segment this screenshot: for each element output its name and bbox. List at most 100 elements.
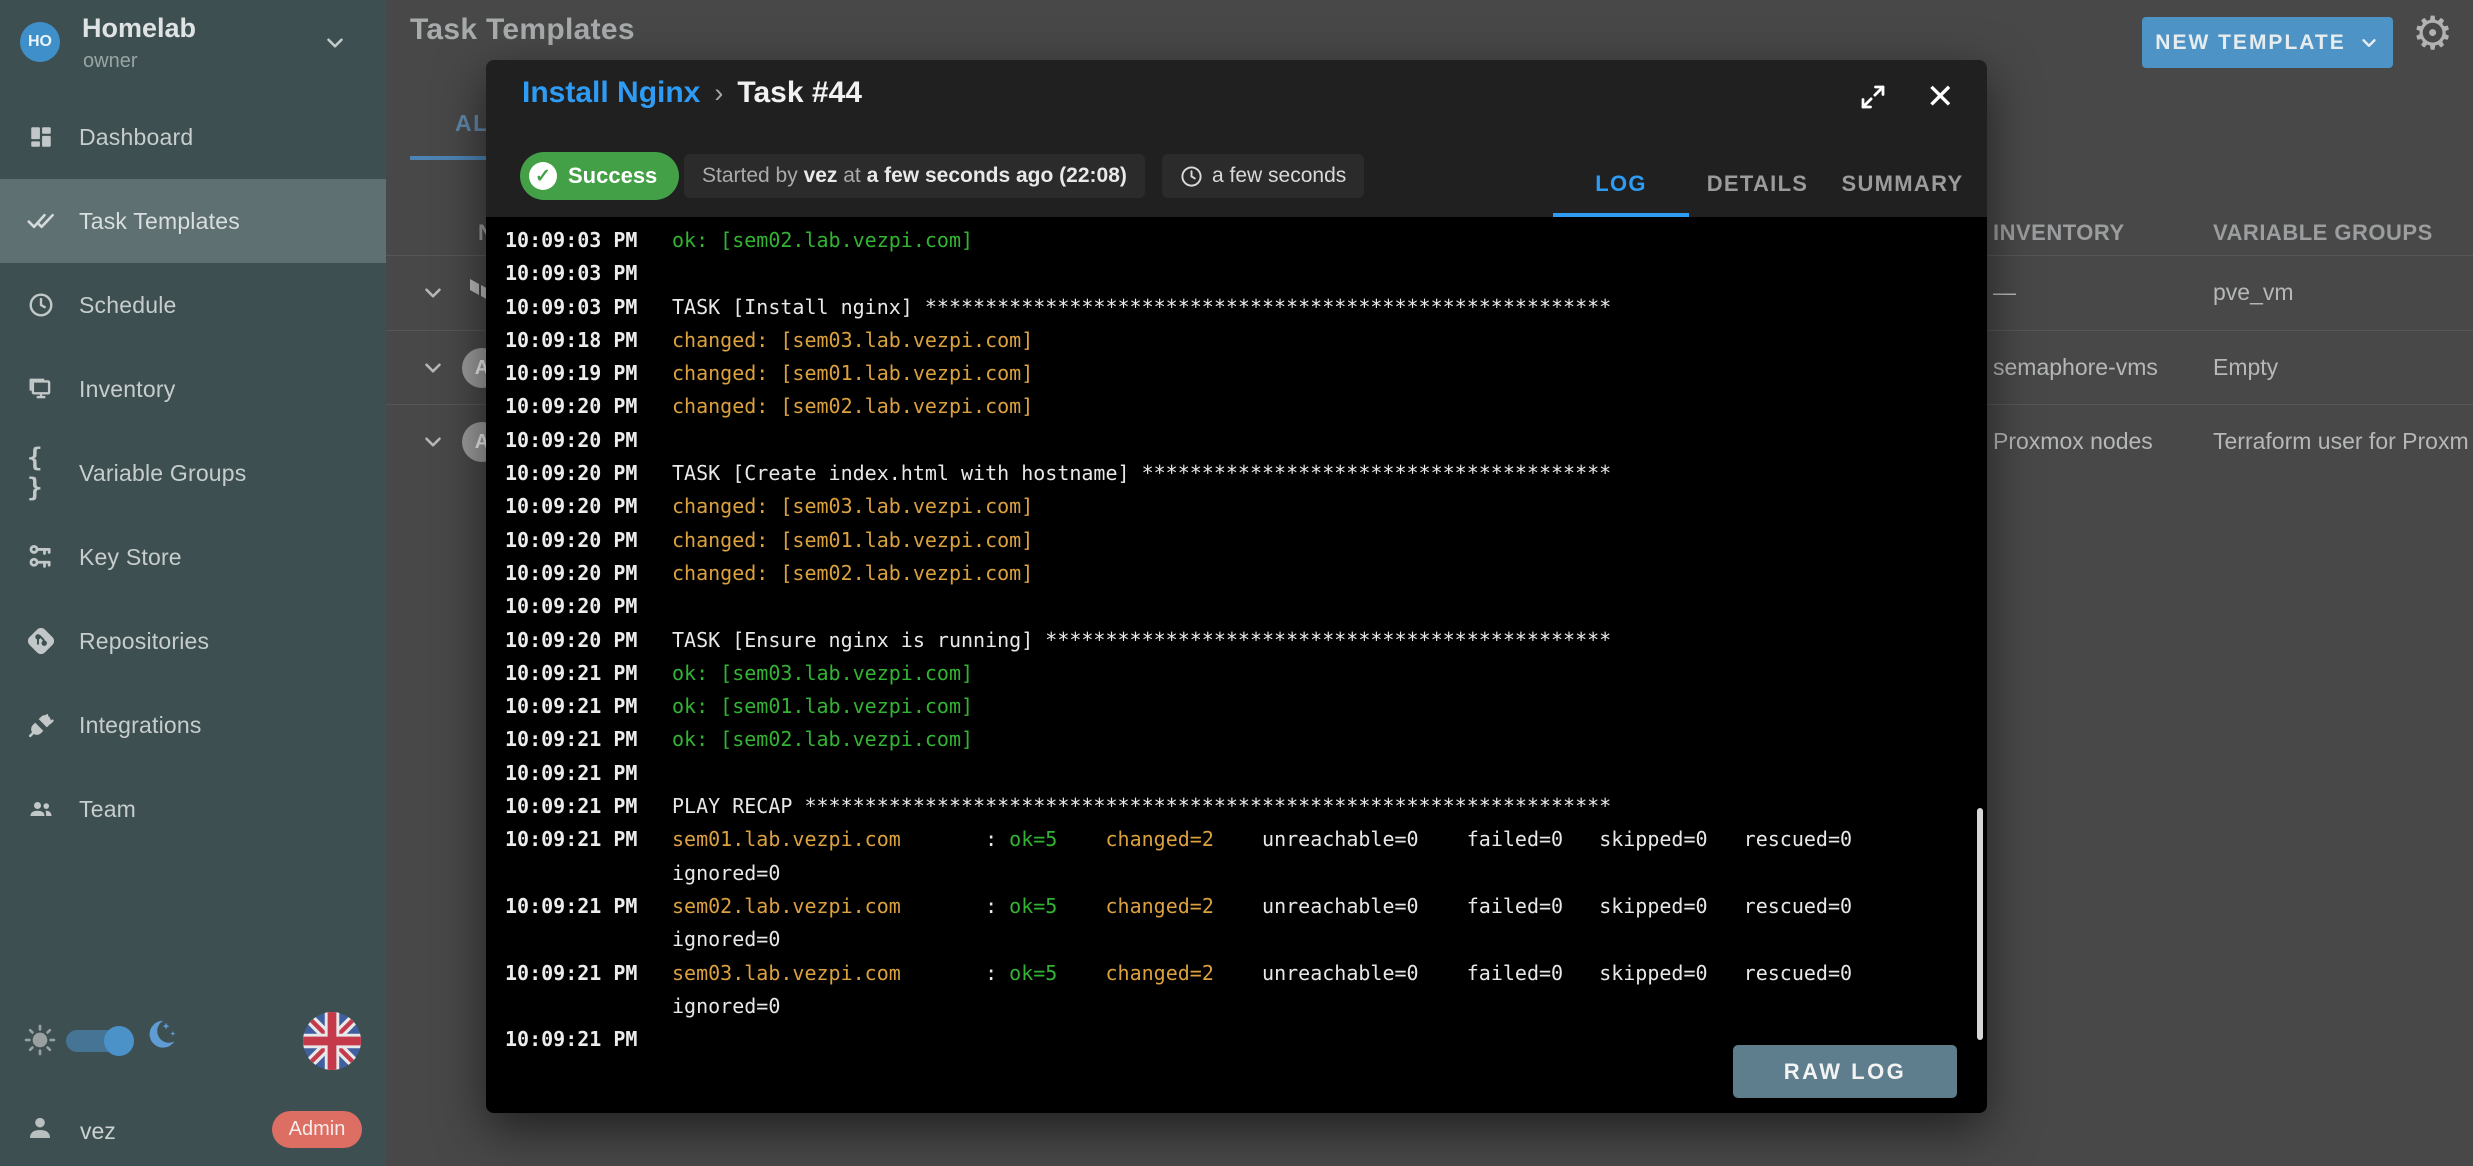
- person-icon: [24, 1112, 56, 1144]
- cell-inventory: Proxmox nodes: [1993, 428, 2153, 455]
- raw-log-button[interactable]: RAW LOG: [1733, 1045, 1957, 1098]
- log-scrollbar-thumb[interactable]: [1977, 808, 1983, 1040]
- sidebar: HO Homelab owner Dashboard Task Template…: [0, 0, 386, 1166]
- log-line: 10:09:21 PMsem02.lab.vezpi.com : ok=5 ch…: [505, 890, 1987, 923]
- log-line: 10:09:20 PMchanged: [sem03.lab.vezpi.com…: [505, 490, 1987, 523]
- chevron-down-icon[interactable]: [420, 280, 446, 306]
- sidebar-item-key-store[interactable]: Key Store: [0, 515, 386, 599]
- log-line: 10:09:03 PM: [505, 257, 1987, 290]
- sidebar-item-label: Team: [79, 796, 136, 823]
- template-link[interactable]: Install Nginx: [522, 76, 700, 110]
- sidebar-item-label: Schedule: [79, 292, 177, 319]
- column-header-inventory: INVENTORY: [1993, 220, 2125, 246]
- new-template-button[interactable]: NEW TEMPLATE: [2142, 17, 2393, 68]
- cell-inventory: semaphore-vms: [1993, 354, 2158, 381]
- modal-tabs: LOG DETAILS SUMMARY: [1553, 150, 1979, 217]
- sidebar-item-variable-groups[interactable]: { } Variable Groups: [0, 431, 386, 515]
- braces-icon: { }: [27, 459, 55, 487]
- workspace-name: Homelab: [82, 13, 196, 44]
- sidebar-item-schedule[interactable]: Schedule: [0, 263, 386, 347]
- done-all-icon: [27, 207, 55, 235]
- sidebar-item-integrations[interactable]: Integrations: [0, 683, 386, 767]
- sidebar-item-label: Key Store: [79, 544, 182, 571]
- workspace-role: owner: [83, 50, 137, 73]
- tab-details[interactable]: DETAILS: [1689, 150, 1826, 217]
- people-icon: [27, 795, 55, 823]
- workspace-switcher[interactable]: HO Homelab owner: [0, 0, 386, 95]
- moon-icon: [142, 1016, 180, 1054]
- status-badge: ✓ Success: [520, 152, 679, 200]
- dashboard-icon: [27, 123, 55, 151]
- sun-icon: [24, 1024, 56, 1056]
- breadcrumb: Install Nginx › Task #44: [522, 76, 862, 110]
- new-template-label: NEW TEMPLATE: [2155, 31, 2345, 55]
- log-line: 10:09:20 PMchanged: [sem01.lab.vezpi.com…: [505, 524, 1987, 557]
- log-line: 10:09:20 PM: [505, 590, 1987, 623]
- task-number: Task #44: [737, 76, 862, 110]
- sidebar-item-label: Repositories: [79, 628, 209, 655]
- sidebar-item-label: Task Templates: [79, 208, 240, 235]
- log-line: 10:09:21 PMsem03.lab.vezpi.com : ok=5 ch…: [505, 957, 1987, 990]
- sidebar-item-team[interactable]: Team: [0, 767, 386, 851]
- page-title: Task Templates: [410, 13, 635, 47]
- cell-inventory: —: [1993, 279, 2016, 306]
- keys-icon: [27, 543, 55, 571]
- started-text: at: [837, 164, 866, 188]
- log-line: 10:09:19 PMchanged: [sem01.lab.vezpi.com…: [505, 357, 1987, 390]
- status-label: Success: [568, 163, 657, 189]
- duration-chip: a few seconds: [1162, 154, 1364, 198]
- sidebar-item-label: Dashboard: [79, 124, 193, 151]
- chevron-down-icon[interactable]: [420, 355, 446, 381]
- log-line: 10:09:18 PMchanged: [sem03.lab.vezpi.com…: [505, 324, 1987, 357]
- toggle-thumb[interactable]: [104, 1026, 134, 1056]
- sidebar-item-label: Variable Groups: [79, 460, 247, 487]
- monitor-icon: [27, 375, 55, 403]
- plug-icon: [27, 711, 55, 739]
- screen: HO Homelab owner Dashboard Task Template…: [0, 0, 2473, 1166]
- sidebar-item-dashboard[interactable]: Dashboard: [0, 95, 386, 179]
- gear-icon[interactable]: ⚙: [2412, 10, 2453, 56]
- duration-text: a few seconds: [1212, 164, 1346, 188]
- close-icon[interactable]: ✕: [1926, 80, 1955, 114]
- tab-log[interactable]: LOG: [1553, 150, 1689, 217]
- user-menu[interactable]: vez Admin: [0, 1100, 386, 1166]
- started-time: a few seconds ago (22:08): [867, 164, 1127, 188]
- dark-mode-toggle[interactable]: [66, 1030, 130, 1052]
- cell-variable-groups: pve_vm: [2213, 279, 2294, 306]
- tab-summary[interactable]: SUMMARY: [1826, 150, 1979, 217]
- language-flag-uk[interactable]: [303, 1012, 361, 1070]
- log-line: ignored=0: [505, 923, 1987, 956]
- started-info-chip: Started by vez at a few seconds ago (22:…: [684, 154, 1145, 198]
- log-line: 10:09:21 PMok: [sem03.lab.vezpi.com]: [505, 657, 1987, 690]
- git-icon: [27, 627, 55, 655]
- log-line: 10:09:21 PMok: [sem02.lab.vezpi.com]: [505, 723, 1987, 756]
- workspace-avatar: HO: [20, 22, 60, 62]
- clock-icon: [1180, 165, 1203, 188]
- log-line: 10:09:20 PMTASK [Ensure nginx is running…: [505, 624, 1987, 657]
- user-name: vez: [80, 1118, 116, 1145]
- breadcrumb-separator: ›: [714, 78, 723, 109]
- chevron-down-icon[interactable]: [420, 429, 446, 455]
- log-line: ignored=0: [505, 990, 1987, 1023]
- cell-variable-groups: Empty: [2213, 354, 2278, 381]
- started-text: Started by: [702, 164, 804, 188]
- log-line: 10:09:21 PMsem01.lab.vezpi.com : ok=5 ch…: [505, 823, 1987, 856]
- column-header-variable-groups: VARIABLE GROUPS: [2213, 220, 2433, 246]
- sidebar-item-task-templates[interactable]: Task Templates: [0, 179, 386, 263]
- clock-icon: [27, 291, 55, 319]
- expand-icon[interactable]: [1858, 82, 1888, 112]
- sidebar-item-label: Integrations: [79, 712, 202, 739]
- sidebar-item-inventory[interactable]: Inventory: [0, 347, 386, 431]
- log-line: 10:09:21 PMok: [sem01.lab.vezpi.com]: [505, 690, 1987, 723]
- sidebar-item-repositories[interactable]: Repositories: [0, 599, 386, 683]
- sidebar-nav: Dashboard Task Templates Schedule Invent…: [0, 95, 386, 851]
- log-line: 10:09:21 PMPLAY RECAP ******************…: [505, 790, 1987, 823]
- sidebar-item-label: Inventory: [79, 376, 175, 403]
- log-line: ignored=0: [505, 857, 1987, 890]
- log-output[interactable]: 10:09:03 PMok: [sem02.lab.vezpi.com]10:0…: [486, 217, 1987, 1113]
- log-line: 10:09:20 PM: [505, 424, 1987, 457]
- log-line: 10:09:21 PM: [505, 757, 1987, 790]
- check-circle-icon: ✓: [529, 162, 557, 190]
- cell-variable-groups: Terraform user for Proxm: [2213, 428, 2469, 455]
- task-modal: Install Nginx › Task #44 ✕ ✓ Success Sta…: [486, 60, 1987, 1113]
